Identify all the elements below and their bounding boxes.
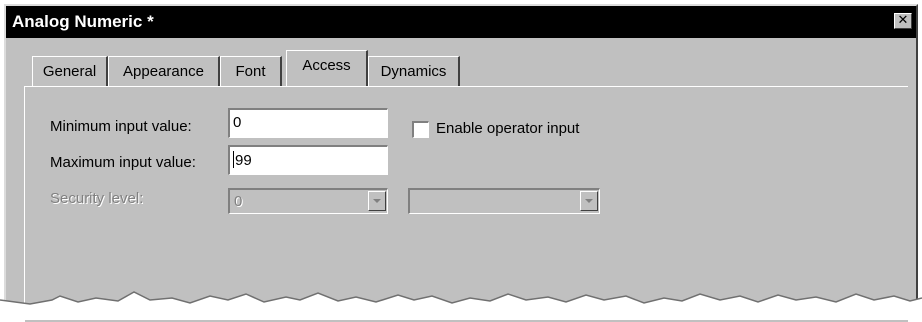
torn-edge-decoration <box>0 291 922 320</box>
